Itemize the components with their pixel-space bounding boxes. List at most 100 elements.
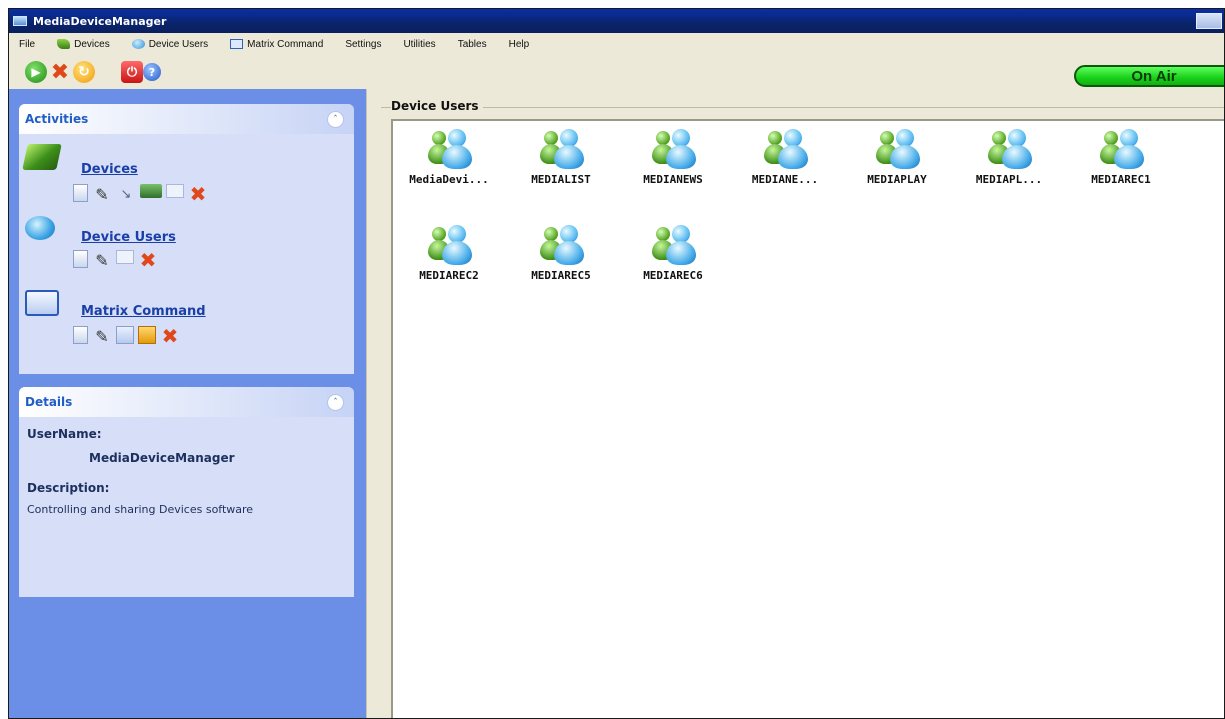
window-title: MediaDeviceManager (33, 14, 167, 28)
user-label: MEDIANE... (751, 173, 819, 186)
user-tile[interactable]: MEDIALIST (505, 121, 617, 211)
user-label: MEDIANEWS (643, 173, 703, 186)
new-icon[interactable] (73, 184, 88, 202)
activities-header: Activities ˆ (19, 104, 354, 134)
matrix-command-icon (230, 39, 244, 49)
user-icon (428, 225, 474, 267)
app-icon (13, 16, 27, 26)
folder-icon[interactable] (140, 184, 162, 198)
blank-icon[interactable] (166, 184, 184, 198)
user-tile[interactable]: MEDIAREC5 (505, 217, 617, 307)
matrix-command-tools: ✎ ✖ (73, 324, 180, 348)
chart-icon[interactable] (116, 326, 134, 344)
description-value: Controlling and sharing Devices software (27, 503, 254, 516)
delete-icon[interactable]: ✖ (188, 182, 208, 206)
menu-device-users[interactable]: Device Users (131, 38, 209, 50)
menu-file-label: File (19, 38, 36, 50)
menu-settings[interactable]: Settings (345, 39, 381, 50)
user-tile[interactable]: MEDIAREC1 (1065, 121, 1177, 211)
user-icon (988, 129, 1034, 171)
details-section: Details ˆ UserName: MediaDeviceManager D… (19, 387, 354, 597)
user-tile[interactable]: MEDIAREC6 (617, 217, 729, 307)
description-label: Description: (27, 481, 110, 495)
user-tile[interactable]: MediaDevi... (393, 121, 505, 211)
user-icon (876, 129, 922, 171)
blank-icon[interactable] (116, 250, 134, 264)
main-panel: Device Users MediaDevi... MEDIALIST MEDI… (366, 89, 1224, 718)
delete-icon[interactable]: ✖ (138, 248, 158, 272)
device-users-list: MediaDevi... MEDIALIST MEDIANEWS MEDIANE… (391, 119, 1224, 718)
group-title: Device Users (391, 99, 483, 113)
edit-icon[interactable]: ✎ (92, 184, 112, 204)
menu-bar: File Devices Device Users Matrix Command… (9, 33, 1224, 55)
user-icon (1100, 129, 1146, 171)
edit-icon[interactable]: ✎ (92, 250, 112, 270)
app-window: MediaDeviceManager File Devices Device U… (8, 8, 1225, 719)
menu-utilities[interactable]: Utilities (403, 39, 435, 50)
activities-section: Activities ˆ Devices ✎ ↘ ✖ Device Users (19, 104, 354, 374)
user-icon (764, 129, 810, 171)
devices-icon (57, 39, 71, 49)
menu-tables[interactable]: Tables (458, 39, 487, 50)
user-label: MEDIALIST (531, 173, 591, 186)
download-icon[interactable]: ↘ (116, 184, 136, 204)
user-icon (652, 225, 698, 267)
user-icon (428, 129, 474, 171)
group-box-line (381, 107, 1224, 108)
left-panel: Activities ˆ Devices ✎ ↘ ✖ Device Users (9, 89, 366, 718)
device-users-tools: ✎ ✖ (73, 248, 158, 272)
menu-file[interactable]: File (19, 39, 35, 50)
new-icon[interactable] (73, 326, 88, 344)
calendar-icon[interactable] (138, 326, 156, 344)
device-users-icon (25, 216, 55, 240)
activities-title: Activities (25, 112, 89, 126)
user-icon (540, 225, 586, 267)
user-icon (540, 129, 586, 171)
user-tile[interactable]: MEDIAREC2 (393, 217, 505, 307)
user-label: MEDIAREC2 (419, 269, 479, 282)
menu-device-users-label: Device Users (148, 38, 209, 50)
panel-splitter[interactable] (366, 89, 379, 718)
details-header: Details ˆ (19, 387, 354, 417)
user-label: MEDIAREC5 (531, 269, 591, 282)
start-icon[interactable]: ▶ (25, 61, 47, 83)
details-title: Details (25, 395, 73, 409)
user-tile[interactable]: MEDIANE... (729, 121, 841, 211)
activity-link-devices[interactable]: Devices (81, 162, 138, 177)
user-icon (652, 129, 698, 171)
refresh-icon[interactable]: ↻ (73, 61, 95, 83)
user-label: MEDIAPLAY (867, 173, 927, 186)
delete-icon[interactable]: ✖ (160, 324, 180, 348)
collapse-activities-button[interactable]: ˆ (327, 111, 344, 128)
activity-link-matrix-command[interactable]: Matrix Command (81, 304, 206, 319)
menu-matrix-command-label: Matrix Command (247, 38, 324, 50)
activity-link-device-users[interactable]: Device Users (81, 230, 176, 245)
user-label: MEDIAREC1 (1091, 173, 1151, 186)
menu-matrix-command[interactable]: Matrix Command (230, 39, 323, 50)
new-icon[interactable] (73, 250, 88, 268)
username-value: MediaDeviceManager (89, 451, 235, 465)
stop-icon[interactable]: ✖ (49, 60, 71, 85)
matrix-command-icon (25, 290, 59, 316)
user-label: MEDIAREC6 (643, 269, 703, 282)
toolbar: ▶ ✖ ↻ ⏻ ? On Air (9, 55, 1224, 89)
window-control-button[interactable] (1196, 13, 1222, 29)
menu-settings-label: Settings (345, 38, 382, 50)
user-tile[interactable]: MEDIAPL... (953, 121, 1065, 211)
help-icon[interactable]: ? (143, 63, 161, 81)
edit-icon[interactable]: ✎ (92, 326, 112, 346)
user-label: MEDIAPL... (975, 173, 1043, 186)
menu-utilities-label: Utilities (403, 38, 436, 50)
power-icon[interactable]: ⏻ (121, 61, 143, 83)
user-tile[interactable]: MEDIANEWS (617, 121, 729, 211)
collapse-details-button[interactable]: ˆ (327, 394, 344, 411)
user-label: MediaDevi... (409, 173, 489, 186)
menu-devices[interactable]: Devices (57, 39, 110, 50)
devices-icon (22, 144, 62, 170)
menu-help[interactable]: Help (509, 39, 530, 50)
username-label: UserName: (27, 427, 102, 441)
devices-tools: ✎ ↘ ✖ (73, 182, 208, 206)
user-tile[interactable]: MEDIAPLAY (841, 121, 953, 211)
menu-help-label: Help (508, 38, 530, 50)
on-air-status: On Air (1074, 65, 1224, 87)
